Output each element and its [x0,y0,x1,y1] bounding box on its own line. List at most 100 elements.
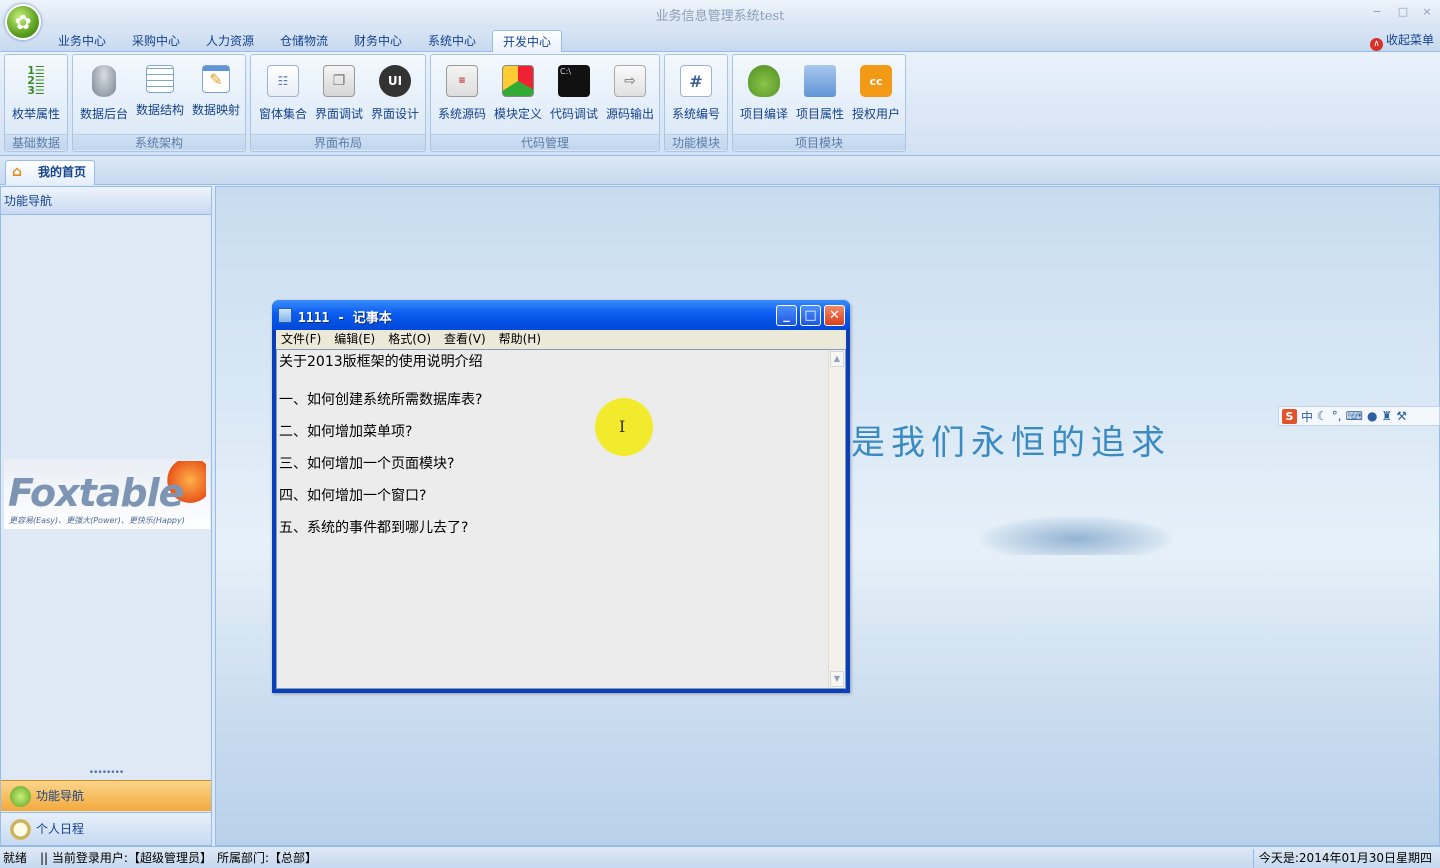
module-define-button[interactable]: 模块定义 [490,65,546,122]
ime-toolbar[interactable]: S 中 ☾ °, ⌨ ● ♜ ⚒ [1278,406,1440,426]
notepad-title-bar[interactable]: 1111 - 记事本 _ □ ✕ [272,300,850,330]
modules-icon [502,65,534,97]
panel-splitter[interactable]: •••••••• [1,769,211,778]
compile-icon [748,65,780,97]
ribbon-group-function: # 系统编号 功能模块 [664,54,728,152]
project-properties-button[interactable]: 项目属性 [792,65,848,122]
notepad-minimize-button[interactable]: _ [776,305,797,326]
folder-icon [804,65,836,97]
menu-view[interactable]: 查看(V) [444,330,486,349]
close-button[interactable]: × [1420,5,1434,19]
status-ready: 就绪 [3,851,28,865]
scroll-up-arrow-icon[interactable]: ▲ [830,351,844,367]
export-icon: ⇨ [614,65,646,97]
foxtable-logo: Foxtable 更容易(Easy)、更强大(Power)、更快乐(Happy) [4,459,210,529]
notepad-menu-bar: 文件(F) 编辑(E) 格式(O) 查看(V) 帮助(H) [276,330,846,349]
menu-file[interactable]: 文件(F) [281,330,321,349]
enum-attributes-button[interactable]: 1☰ 2☰ 3☰ 枚举属性 [8,65,64,122]
punct-icon[interactable]: °, [1332,409,1342,423]
hash-icon: # [680,65,712,97]
tab-hr[interactable]: 人力资源 [196,30,264,52]
notepad-window[interactable]: 1111 - 记事本 _ □ ✕ 文件(F) 编辑(E) 格式(O) 查看(V)… [272,300,850,693]
code-debug-button[interactable]: C:\ 代码调试 [546,65,602,122]
ribbon-group-layout: ☷ 窗体集合 ❐ 界面调试 UI 界面设计 界面布局 [250,54,426,152]
status-date: 今天是:2014年01月30日星期四 [1252,849,1440,868]
collapse-menu-label: 收起菜单 [1385,33,1434,47]
notepad-content[interactable]: 关于2013版框架的使用说明介绍 一、如何创建系统所需数据库表? 二、如何增加菜… [279,352,827,544]
data-structure-button[interactable]: 数据结构 [132,65,188,118]
collapse-up-icon: ∧ [1369,38,1383,51]
moon-icon[interactable]: ☾ [1317,409,1328,423]
text-line: 一、如何创建系统所需数据库表? [279,392,483,408]
console-icon: C:\ [558,65,590,97]
mapping-icon: ✎ [202,65,230,93]
ribbon-group-code: ≡ 系统源码 模块定义 C:\ 代码调试 ⇨ 源码输出 代码管理 [430,54,660,152]
nav-button-function-nav[interactable]: 功能导航 [1,780,211,811]
tab-purchasing[interactable]: 采购中心 [122,30,190,52]
collapse-menu-button[interactable]: ∧ 收起菜单 [1369,31,1434,51]
menu-edit[interactable]: 编辑(E) [334,330,375,349]
keyboard-icon[interactable]: ⌨ [1346,409,1363,423]
brand-name: Foxtable [8,471,184,515]
data-backend-button[interactable]: 数据后台 [76,65,132,122]
text-line: 四、如何增加一个窗口? [279,488,427,504]
text-line: 二、如何增加菜单项? [279,424,413,440]
window-title: 业务信息管理系统test [655,9,785,24]
ribbon-group-project: 项目编译 项目属性 cc 授权用户 项目模块 [732,54,906,152]
clock-icon [10,819,31,840]
text-line: 关于2013版框架的使用说明介绍 [279,354,483,370]
tab-system[interactable]: 系统中心 [418,30,486,52]
brand-tagline: 更容易(Easy)、更强大(Power)、更快乐(Happy) [9,516,185,525]
project-compile-button[interactable]: 项目编译 [736,65,792,122]
sogou-icon[interactable]: S [1282,408,1297,424]
tab-business[interactable]: 业务中心 [48,30,116,52]
ui-design-icon: UI [379,65,411,97]
home-icon: ⌂ [12,164,23,180]
user-icon[interactable]: ● [1367,409,1377,423]
table-grid-icon [146,65,174,93]
system-number-button[interactable]: # 系统编号 [668,65,724,122]
data-mapping-button[interactable]: ✎ 数据映射 [188,65,244,118]
scroll-down-arrow-icon[interactable]: ▼ [830,671,844,687]
maximize-button[interactable]: □ [1396,5,1410,19]
nav-button-schedule[interactable]: 个人日程 [1,812,211,845]
authorized-users-button[interactable]: cc 授权用户 [848,65,904,122]
menu-tab-bar: 业务中心 采购中心 人力资源 仓储物流 财务中心 系统中心 开发中心 ∧ 收起菜单 [0,28,1440,52]
slogan-text: 是我们永恒的追求 [851,423,1171,463]
ime-mode[interactable]: 中 [1301,408,1313,425]
text-line: 五、系统的事件都到哪儿去了? [279,520,469,536]
source-export-button[interactable]: ⇨ 源码输出 [602,65,658,122]
notepad-close-button[interactable]: ✕ [824,305,845,326]
text-cursor-icon: I [619,417,626,436]
status-bar: 就绪 || 当前登录用户:【超级管理员】 所属部门:【总部】 今天是:2014年… [0,846,1440,868]
tab-home[interactable]: ⌂ 我的首页 [5,160,95,185]
flower-icon [10,786,31,807]
ui-debug-button[interactable]: ❐ 界面调试 [311,65,367,122]
notepad-icon [278,308,292,323]
menu-help[interactable]: 帮助(H) [499,330,541,349]
system-source-button[interactable]: ≡ 系统源码 [434,65,490,122]
ribbon: 1☰ 2☰ 3☰ 枚举属性 基础数据 数据后台 数据结构 ✎ 数据映射 系统架构 ☷… [0,52,1440,156]
notepad-maximize-button[interactable]: □ [800,305,821,326]
tab-finance[interactable]: 财务中心 [344,30,412,52]
ribbon-group-basic-data: 1☰ 2☰ 3☰ 枚举属性 基础数据 [4,54,68,152]
ribbon-group-label: 界面布局 [251,134,425,150]
wrench-icon[interactable]: ⚒ [1396,409,1407,423]
ribbon-group-label: 项目模块 [733,134,905,150]
minimize-button[interactable]: − [1370,5,1384,19]
windows-icon: ❐ [323,65,355,97]
tab-development[interactable]: 开发中心 [492,30,563,52]
license-icon: cc [860,65,892,97]
status-dept: 所属部门:【总部】 [217,851,318,865]
ribbon-group-label: 基础数据 [5,134,67,150]
tab-logistics[interactable]: 仓储物流 [270,30,338,52]
shirt-icon[interactable]: ♜ [1381,409,1392,423]
ribbon-group-label: 系统架构 [73,134,245,150]
form-collection-button[interactable]: ☷ 窗体集合 [255,65,311,122]
notepad-scrollbar[interactable]: ▲ ▼ [828,350,845,688]
ui-design-button[interactable]: UI 界面设计 [367,65,423,122]
menu-format[interactable]: 格式(O) [388,330,431,349]
app-logo-icon[interactable]: ✿ [5,4,41,40]
navigation-panel: 功能导航 Foxtable 更容易(Easy)、更强大(Power)、更快乐(H… [0,186,212,846]
notepad-text-area[interactable]: 关于2013版框架的使用说明介绍 一、如何创建系统所需数据库表? 二、如何增加菜… [276,349,846,689]
